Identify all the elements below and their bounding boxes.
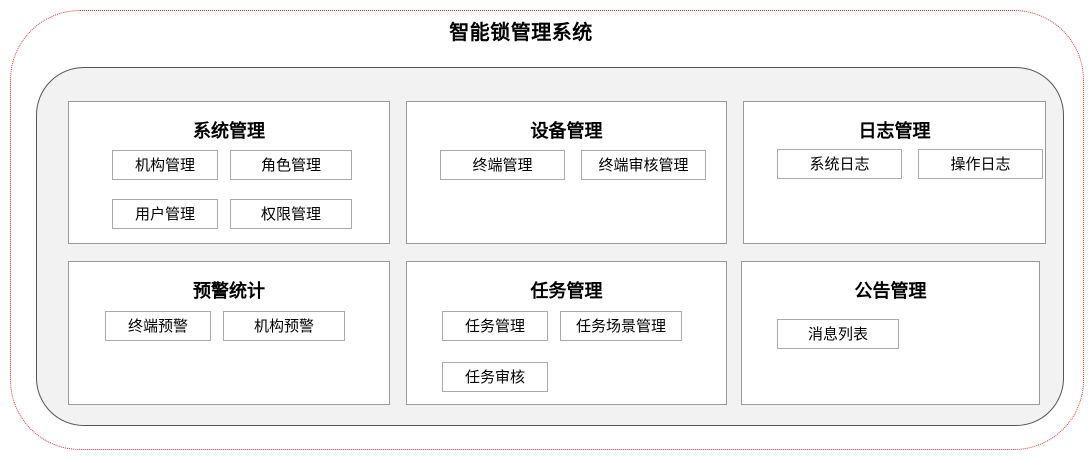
item-system-log: 系统日志 [777,149,902,179]
system-title: 智能锁管理系统 [449,20,593,44]
item-org-management: 机构管理 [112,150,218,180]
module-log-management: 日志管理 系统日志 操作日志 [743,101,1046,244]
module-title: 任务管理 [530,281,603,302]
module-announcement-management: 公告管理 消息列表 [741,261,1040,405]
module-system-management: 系统管理 机构管理 角色管理 用户管理 权限管理 [68,101,390,244]
item-terminal-review-management: 终端审核管理 [581,150,706,180]
module-title: 公告管理 [854,281,927,302]
item-message-list: 消息列表 [777,319,899,349]
item-task-management: 任务管理 [442,311,548,341]
module-title: 系统管理 [193,121,265,142]
item-org-alert: 机构预警 [223,311,345,341]
module-alert-statistics: 预警统计 终端预警 机构预警 [68,261,390,405]
module-title: 预警统计 [193,281,265,302]
module-title: 日志管理 [858,121,931,142]
item-permission-management: 权限管理 [230,199,352,229]
item-terminal-alert: 终端预警 [105,311,211,341]
item-user-management: 用户管理 [112,199,218,229]
item-role-management: 角色管理 [230,150,352,180]
item-task-scene-management: 任务场景管理 [560,311,682,341]
module-task-management: 任务管理 任务管理 任务场景管理 任务审核 [406,261,727,405]
item-operation-log: 操作日志 [918,149,1043,179]
module-device-management: 设备管理 终端管理 终端审核管理 [406,101,727,244]
item-terminal-management: 终端管理 [440,150,565,180]
item-task-review: 任务审核 [442,362,548,392]
module-title: 设备管理 [530,121,603,142]
